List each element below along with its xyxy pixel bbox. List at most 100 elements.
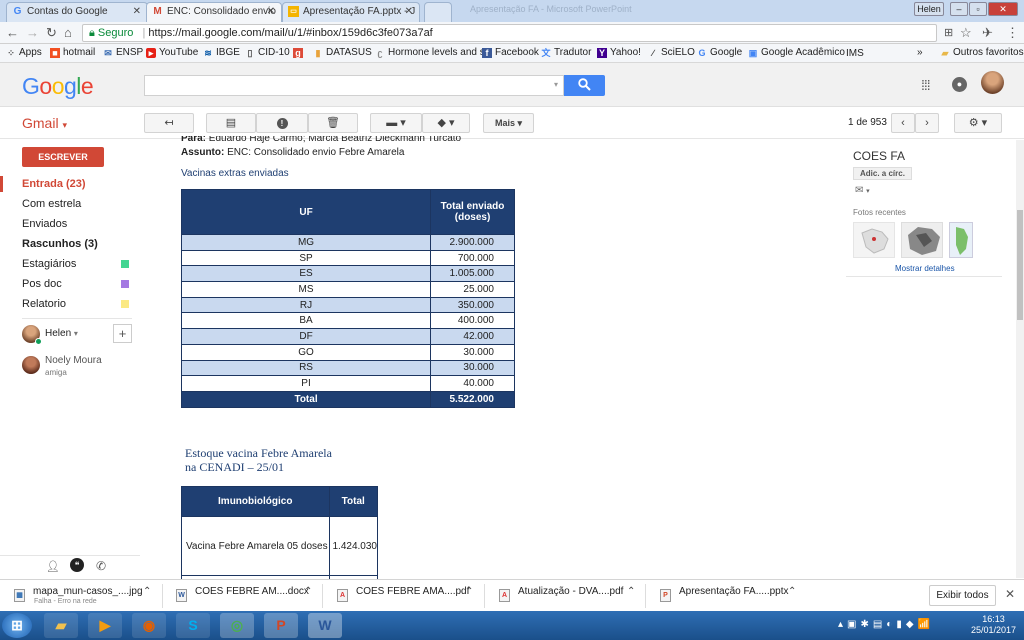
bookmark-scholar[interactable]: ▣ Google Acadêmico bbox=[748, 47, 845, 58]
media-player-icon[interactable]: ▶ bbox=[88, 613, 122, 638]
chevron-up-icon[interactable]: ⌃ bbox=[143, 586, 151, 597]
sidebar-item-drafts[interactable]: Rascunhos (3) bbox=[22, 238, 132, 250]
bookmark-apps[interactable]: ⁘ Apps bbox=[6, 47, 42, 58]
star-icon[interactable]: ☆ bbox=[960, 25, 972, 41]
recent-photo-thumbnail[interactable] bbox=[853, 222, 895, 258]
compose-button[interactable]: ESCREVER bbox=[22, 147, 104, 167]
notifications-icon[interactable]: ● bbox=[952, 77, 967, 92]
recent-photo-thumbnail[interactable] bbox=[901, 222, 943, 258]
menu-dots-icon[interactable]: ⋮ bbox=[1006, 25, 1019, 41]
chevron-up-icon[interactable]: ⌃ bbox=[465, 586, 473, 597]
bookmark-ims[interactable]: IMS bbox=[843, 47, 864, 59]
reload-icon[interactable]: ↻ bbox=[46, 25, 57, 41]
sidebar-item-posdoc[interactable]: Pos doc bbox=[22, 278, 132, 290]
bookmark-hormone[interactable]: ʗ Hormone levels and s bbox=[375, 47, 484, 58]
avatar[interactable] bbox=[981, 71, 1004, 94]
bookmark-gplus[interactable]: g bbox=[293, 47, 306, 58]
gmail-brand-menu[interactable]: Gmail ▾ bbox=[22, 115, 67, 131]
tab-gmail-email[interactable]: M ENC: Consolidado envio ✕ bbox=[146, 2, 282, 22]
google-logo[interactable]: Google bbox=[22, 73, 94, 100]
new-tab-button[interactable] bbox=[424, 2, 452, 22]
search-input[interactable]: ▾ bbox=[144, 75, 564, 96]
chrome-icon[interactable]: ◎ bbox=[220, 613, 254, 638]
maximize-icon[interactable]: ▫ bbox=[969, 2, 987, 16]
show-details-link[interactable]: Mostrar detalhes bbox=[895, 264, 955, 273]
contact-name[interactable]: Noely Moura bbox=[45, 355, 102, 366]
tab-contas-google[interactable]: G Contas do Google ✕ bbox=[6, 2, 148, 22]
email-menu-icon[interactable]: ✉ ▾ bbox=[855, 185, 870, 196]
labels-button[interactable]: ◆ ▾ bbox=[422, 113, 470, 133]
explorer-icon[interactable]: ▰ bbox=[44, 613, 78, 638]
delete-button[interactable]: 🗑︎ bbox=[308, 113, 358, 133]
user-badge[interactable]: Helen bbox=[914, 2, 944, 16]
new-chat-button[interactable]: + bbox=[113, 324, 132, 343]
download-item[interactable]: W COES FEBRE AM....docx ⌃ bbox=[176, 586, 312, 602]
powerpoint-icon[interactable]: P bbox=[264, 613, 298, 638]
add-to-circle-button[interactable]: Adic. a círc. bbox=[853, 167, 912, 180]
bookmark-datasus[interactable]: ▮ DATASUS bbox=[313, 47, 372, 58]
download-item[interactable]: ▦ mapa_mun-casos_....jpg Falha - Erro na … bbox=[14, 586, 151, 605]
bookmark-hotmail[interactable]: ■ hotmail bbox=[50, 47, 95, 58]
search-button[interactable] bbox=[564, 75, 605, 96]
back-arrow-icon[interactable]: ← bbox=[6, 25, 19, 40]
close-tab-icon[interactable]: ✕ bbox=[133, 6, 141, 17]
skype-icon[interactable]: S bbox=[176, 613, 210, 638]
chevron-up-icon[interactable]: ⌃ bbox=[627, 586, 635, 597]
bookmark-cid10[interactable]: ▯ CID-10 bbox=[245, 47, 290, 58]
close-tab-icon[interactable]: ✕ bbox=[405, 6, 413, 17]
show-all-downloads-button[interactable]: Exibir todos bbox=[929, 585, 996, 606]
bookmark-ibge[interactable]: ≋ IBGE bbox=[203, 47, 240, 58]
sidebar-item-sent[interactable]: Enviados bbox=[22, 218, 132, 230]
hangouts-icon[interactable]: ❝ bbox=[70, 558, 84, 572]
download-item[interactable]: P Apresentação FA.....pptx ⌃ bbox=[660, 586, 796, 602]
bookmark-scielo[interactable]: ∕ SciELO bbox=[648, 47, 695, 58]
move-to-button[interactable]: ▬ ▾ bbox=[370, 113, 422, 133]
translate-icon[interactable]: ⊞ bbox=[944, 26, 953, 39]
close-window-icon[interactable]: ✕ bbox=[988, 2, 1018, 16]
newer-button[interactable]: ‹ bbox=[891, 113, 915, 133]
home-icon[interactable]: ⌂ bbox=[64, 25, 72, 40]
download-item[interactable]: A Atualização - DVA....pdf ⌃ bbox=[499, 586, 635, 602]
close-tab-icon[interactable]: ✕ bbox=[267, 6, 275, 17]
avatar[interactable] bbox=[22, 356, 40, 374]
sidebar-item-inbox[interactable]: Entrada (23) bbox=[22, 178, 132, 190]
other-bookmarks[interactable]: ▰ Outros favoritos bbox=[940, 47, 1024, 58]
bookmark-google[interactable]: G Google bbox=[697, 47, 742, 58]
sidebar-item-starred[interactable]: Com estrela bbox=[22, 198, 132, 210]
bookmark-tradutor[interactable]: 文 Tradutor bbox=[541, 47, 591, 58]
scrollbar-track[interactable] bbox=[1016, 140, 1024, 578]
chevron-up-icon[interactable]: ⌃ bbox=[304, 586, 312, 597]
system-tray-icons[interactable]: ▴▣✱▤◐▮◆📶 bbox=[838, 619, 934, 630]
apps-grid-icon[interactable]: ⁞⁞⁞ bbox=[921, 77, 931, 93]
phone-icon[interactable]: ✆ bbox=[96, 559, 106, 573]
minimize-icon[interactable]: – bbox=[950, 2, 968, 16]
download-item[interactable]: A COES FEBRE AMA....pdf ⌃ bbox=[337, 586, 473, 602]
sidebar-item-estagiarios[interactable]: Estagiários bbox=[22, 258, 132, 270]
archive-button[interactable]: ▤ bbox=[206, 113, 256, 133]
bookmark-facebook[interactable]: f Facebook bbox=[482, 47, 539, 58]
recent-photo-thumbnail[interactable] bbox=[949, 222, 973, 258]
back-to-inbox-button[interactable]: ↤ bbox=[144, 113, 194, 133]
windows-start-icon[interactable]: ⊞ bbox=[2, 613, 32, 638]
word-icon[interactable]: W bbox=[308, 613, 342, 638]
forward-arrow-icon[interactable]: → bbox=[26, 25, 39, 40]
firefox-icon[interactable]: ◉ bbox=[132, 613, 166, 638]
bookmark-yahoo[interactable]: Y Yahoo! bbox=[597, 47, 641, 58]
older-button[interactable]: › bbox=[915, 113, 939, 133]
more-button[interactable]: Mais ▾ bbox=[483, 113, 534, 133]
search-dropdown-icon[interactable]: ▾ bbox=[554, 80, 558, 89]
scrollbar-thumb[interactable] bbox=[1017, 210, 1023, 320]
bookmarks-overflow[interactable]: » bbox=[917, 47, 923, 58]
close-downloads-icon[interactable]: ✕ bbox=[1005, 587, 1015, 601]
settings-button[interactable]: ⚙ ▾ bbox=[954, 113, 1002, 133]
taskbar-clock[interactable]: 16:13 25/01/2017 bbox=[971, 614, 1016, 636]
sidebar-item-relatorio[interactable]: Relatorio bbox=[22, 298, 132, 310]
chevron-up-icon[interactable]: ⌃ bbox=[788, 586, 796, 597]
bookmark-youtube[interactable]: ▸ YouTube bbox=[146, 47, 198, 58]
url-input[interactable]: 🔒︎ Seguro | https://mail.google.com/mail… bbox=[82, 24, 937, 42]
tab-slides[interactable]: ▭ Apresentação FA.pptx - J ✕ bbox=[282, 2, 420, 22]
extension-icon[interactable]: ✈ bbox=[982, 25, 993, 41]
chat-user-menu[interactable]: Helen ▾ bbox=[45, 328, 78, 339]
person-icon[interactable]: 👤︎ bbox=[46, 560, 60, 573]
bookmark-ensp[interactable]: ✉ ENSP bbox=[103, 47, 143, 58]
